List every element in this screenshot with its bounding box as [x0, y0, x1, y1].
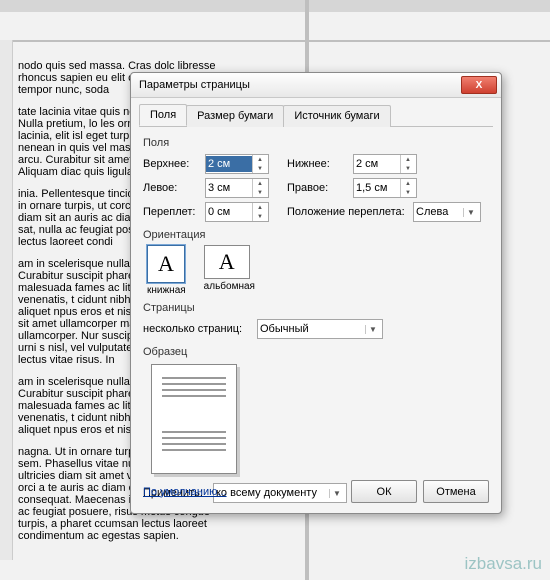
tab-paper[interactable]: Размер бумаги [186, 105, 284, 127]
spin-arrows-icon[interactable]: ▲▼ [252, 155, 267, 173]
tab-source[interactable]: Источник бумаги [283, 105, 390, 127]
page-gap [0, 40, 550, 42]
spin-gutter[interactable]: ▲▼ [205, 202, 269, 222]
ruler-vertical [0, 40, 13, 560]
tab-fields[interactable]: Поля [139, 104, 187, 126]
input-top[interactable] [206, 156, 252, 172]
spin-left[interactable]: ▲▼ [205, 178, 269, 198]
spin-arrows-icon[interactable]: ▲▼ [400, 155, 415, 173]
input-gutter[interactable] [206, 204, 252, 220]
landscape-label: альбомная [204, 281, 255, 292]
dialog-body: Поля Верхнее: ▲▼ Нижнее: ▲▼ Левое: ▲▼ Пр… [131, 127, 501, 514]
chevron-down-icon: ▼ [365, 325, 380, 334]
ruler-horizontal [0, 0, 550, 12]
group-pages: Страницы [143, 302, 489, 314]
dialog-title: Параметры страницы [139, 79, 250, 91]
group-sample: Образец [143, 346, 489, 358]
dialog-button-row: По умолчанию... ОК Отмена [143, 480, 489, 503]
orientation-landscape[interactable]: A альбомная [204, 245, 255, 296]
ok-button[interactable]: ОК [351, 480, 417, 503]
label-top: Верхнее: [143, 158, 205, 170]
input-bottom[interactable] [354, 156, 400, 172]
landscape-icon: A [204, 245, 250, 279]
tab-strip: Поля Размер бумаги Источник бумаги [139, 104, 493, 127]
spin-top[interactable]: ▲▼ [205, 154, 269, 174]
input-right[interactable] [354, 180, 400, 196]
close-button[interactable]: X [461, 76, 497, 94]
chevron-down-icon: ▼ [463, 208, 478, 217]
label-bottom: Нижнее: [287, 158, 353, 170]
input-left[interactable] [206, 180, 252, 196]
orientation-options: A книжная A альбомная [147, 245, 489, 296]
portrait-label: книжная [147, 285, 186, 296]
label-gutter-pos: Положение переплета: [287, 206, 413, 218]
preview-pane [151, 364, 237, 474]
page-setup-dialog: Параметры страницы X Поля Размер бумаги … [130, 72, 502, 514]
label-multi: несколько страниц: [143, 323, 257, 335]
spin-bottom[interactable]: ▲▼ [353, 154, 417, 174]
select-gutter-pos[interactable]: Слева▼ [413, 202, 481, 222]
spin-right[interactable]: ▲▼ [353, 178, 417, 198]
select-multi-pages[interactable]: Обычный▼ [257, 319, 383, 339]
label-left: Левое: [143, 182, 205, 194]
spin-arrows-icon[interactable]: ▲▼ [252, 179, 267, 197]
cancel-button[interactable]: Отмена [423, 480, 489, 503]
group-orientation: Ориентация [143, 229, 489, 241]
spin-arrows-icon[interactable]: ▲▼ [252, 203, 267, 221]
watermark: izbavsa.ru [465, 554, 542, 574]
label-right: Правое: [287, 182, 353, 194]
dialog-titlebar[interactable]: Параметры страницы X [131, 73, 501, 98]
group-margins: Поля [143, 137, 489, 149]
close-icon: X [476, 80, 483, 91]
orientation-portrait[interactable]: A книжная [147, 245, 186, 296]
label-gutter: Переплет: [143, 206, 205, 218]
default-button[interactable]: По умолчанию... [143, 484, 227, 500]
spin-arrows-icon[interactable]: ▲▼ [400, 179, 415, 197]
portrait-icon: A [147, 245, 185, 283]
